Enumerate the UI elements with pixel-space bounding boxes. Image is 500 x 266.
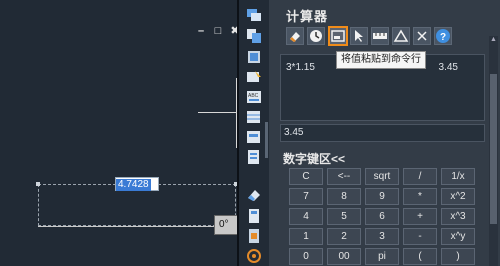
crosshair-horizontal (198, 112, 238, 113)
toolbar-button-history[interactable] (307, 27, 325, 45)
panel-scrollbar[interactable]: ▲ (489, 36, 498, 266)
pick-point-icon (355, 30, 363, 42)
key-00[interactable]: 00 (327, 248, 361, 265)
layer-icon[interactable] (245, 6, 263, 24)
key-sqrt[interactable]: sqrt (365, 168, 399, 185)
measure-distance-icon (373, 33, 387, 39)
calculator-input[interactable]: 3.45 (280, 124, 485, 142)
toolbar-button-measure-distance[interactable] (371, 27, 389, 45)
number-keypad: C <-- sqrt / 1/x 7 8 9 * x^2 4 5 6 + x^3… (289, 168, 475, 265)
calculator-tool-icon[interactable] (245, 207, 263, 225)
key-square[interactable]: x^2 (441, 188, 475, 205)
toolbar-button-close[interactable] (413, 27, 431, 45)
eraser-icon[interactable] (245, 186, 263, 204)
history-icon (310, 30, 322, 42)
keypad-section-title[interactable]: 数字键区<< (283, 150, 345, 167)
field-icon[interactable] (245, 128, 263, 146)
key-1[interactable]: 1 (289, 228, 323, 245)
scroll-up-icon[interactable]: ▲ (489, 36, 498, 44)
edit-block-icon[interactable] (245, 68, 263, 86)
toolbar-button-help[interactable]: ? (434, 27, 452, 45)
block-icon[interactable] (245, 48, 263, 66)
key-minus[interactable]: - (403, 228, 437, 245)
toolbar-button-paste-to-command-line[interactable] (328, 26, 348, 46)
key-8[interactable]: 8 (327, 188, 361, 205)
key-reciprocal[interactable]: 1/x (441, 168, 475, 185)
clear-icon (290, 32, 300, 42)
help-icon: ? (436, 29, 450, 43)
dimension-value[interactable]: 4.7428 (116, 179, 151, 191)
key-close-paren[interactable]: ) (441, 248, 475, 265)
history-expression: 3*1.15 (286, 62, 315, 73)
svg-text:?: ? (440, 32, 446, 43)
key-multiply[interactable]: * (403, 188, 437, 205)
table-icon[interactable] (245, 108, 263, 126)
key-power[interactable]: x^y (441, 228, 475, 245)
scrollbar-thumb[interactable] (490, 74, 497, 224)
toolbar-button-clear[interactable] (286, 27, 304, 45)
window-controls: – □ ✖ (195, 26, 241, 37)
drawn-line (38, 226, 218, 227)
history-result: 3.45 (438, 62, 458, 73)
key-3[interactable]: 3 (365, 228, 399, 245)
copy-icon[interactable] (245, 27, 263, 45)
key-4[interactable]: 4 (289, 208, 323, 225)
toolbar-button-pick-point[interactable] (350, 27, 368, 45)
paste-tooltip: 将值粘贴到命令行 (336, 51, 426, 69)
svg-text:ABC: ABC (248, 93, 259, 99)
document-icon[interactable] (245, 227, 263, 245)
key-0[interactable]: 0 (289, 248, 323, 265)
key-divide[interactable]: / (403, 168, 437, 185)
grip-top-left[interactable] (36, 182, 40, 186)
close-calc-icon (417, 31, 427, 41)
key-9[interactable]: 9 (365, 188, 399, 205)
key-7[interactable]: 7 (289, 188, 323, 205)
key-2[interactable]: 2 (327, 228, 361, 245)
key-pi[interactable]: pi (365, 248, 399, 265)
vertical-toolbar: ABC (239, 0, 269, 266)
panel-title: 计算器 (286, 9, 329, 24)
key-backspace[interactable]: <-- (327, 168, 361, 185)
properties-icon[interactable] (245, 148, 263, 166)
text-abc-icon[interactable]: ABC (245, 88, 263, 106)
toolbar-button-angle[interactable] (392, 27, 410, 45)
key-plus[interactable]: + (403, 208, 437, 225)
key-5[interactable]: 5 (327, 208, 361, 225)
paste-to-command-line-icon (331, 30, 345, 42)
key-cube[interactable]: x^3 (441, 208, 475, 225)
toolbar-slider[interactable] (265, 122, 268, 158)
key-6[interactable]: 6 (365, 208, 399, 225)
at-symbol-icon[interactable] (245, 247, 263, 265)
key-clear[interactable]: C (289, 168, 323, 185)
angle-icon (393, 29, 409, 42)
restore-button[interactable]: □ (212, 26, 224, 37)
key-open-paren[interactable]: ( (403, 248, 437, 265)
minimize-button[interactable]: – (195, 26, 207, 37)
dynamic-dimension-input[interactable]: 4.7428 (115, 177, 159, 191)
